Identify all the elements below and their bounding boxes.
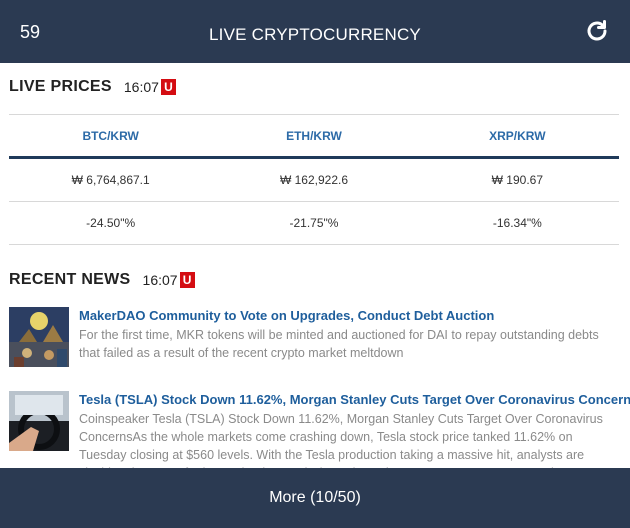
column-header[interactable]: ETH/KRW <box>212 114 416 159</box>
column-header[interactable]: BTC/KRW <box>9 114 213 159</box>
change-cell: -16.34"% <box>415 201 619 245</box>
live-prices-header: LIVE PRICES 16:07 U <box>9 78 176 96</box>
change-cell: -21.75"% <box>212 201 416 245</box>
news-title-link[interactable]: MakerDAO Community to Vote on Upgrades, … <box>79 308 494 323</box>
change-cell: -24.50"% <box>9 201 213 245</box>
update-time: 16:07 <box>142 272 178 288</box>
price-table: BTC/KRW ETH/KRW XRP/KRW ₩ 6,764,867.1 ₩ … <box>9 114 619 245</box>
news-description: For the first time, MKR tokens will be m… <box>79 328 599 360</box>
recent-news-header: RECENT NEWS 16:07 U <box>9 271 195 289</box>
price-cell: ₩ 6,764,867.1 <box>9 157 213 202</box>
section-title: LIVE PRICES <box>9 78 112 95</box>
column-header[interactable]: XRP/KRW <box>415 114 619 159</box>
more-button-label: More (10/50) <box>269 489 361 506</box>
update-time: 16:07 <box>123 79 159 95</box>
price-cell: ₩ 162,922.6 <box>212 157 416 202</box>
section-title: RECENT NEWS <box>9 271 131 288</box>
price-cell: ₩ 190.67 <box>415 157 619 202</box>
top-bar: 59 LIVE CRYPTOCURRENCY <box>0 0 630 63</box>
table-row: -24.50"% -21.75"% -16.34"% <box>9 201 619 245</box>
app-title: LIVE CRYPTOCURRENCY <box>209 25 421 44</box>
update-badge: U <box>179 272 195 288</box>
refresh-icon[interactable] <box>584 18 610 44</box>
update-badge: U <box>160 79 176 95</box>
news-thumbnail[interactable] <box>9 391 69 451</box>
news-thumbnail[interactable] <box>9 307 69 367</box>
table-row: ₩ 6,764,867.1 ₩ 162,922.6 ₩ 190.67 <box>9 157 619 202</box>
news-title-link[interactable]: Tesla (TSLA) Stock Down 11.62%, Morgan S… <box>79 392 630 407</box>
more-button[interactable]: More (10/50) <box>0 468 630 528</box>
